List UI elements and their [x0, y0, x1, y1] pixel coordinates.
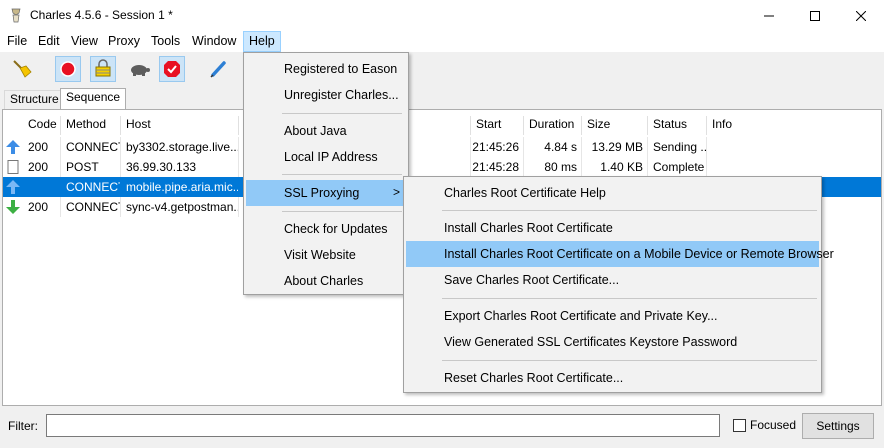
focused-checkbox[interactable] — [733, 419, 746, 432]
menu-bar: File Edit View Proxy Tools Window Help — [0, 31, 884, 52]
column-header-status[interactable]: Status — [648, 116, 707, 135]
clear-session-button[interactable] — [8, 56, 34, 82]
filter-input[interactable] — [46, 414, 720, 437]
title-bar: Charles 4.5.6 - Session 1 * — [0, 0, 884, 31]
cell-host: mobile.pipe.aria.mic... — [121, 177, 239, 197]
menu-item-reset-root-cert[interactable]: Reset Charles Root Certificate... — [406, 365, 819, 391]
filter-bar: Filter: Focused Settings — [0, 408, 884, 448]
menu-item-unregister[interactable]: Unregister Charles... — [246, 82, 406, 108]
menu-separator — [442, 298, 817, 299]
menu-separator — [442, 210, 817, 211]
broom-icon — [13, 60, 32, 78]
cell-info — [707, 137, 881, 157]
cell-duration: 80 ms — [524, 157, 582, 177]
menu-item-about-charles[interactable]: About Charles — [246, 268, 406, 294]
menu-item-ssl-proxying[interactable]: SSL Proxying — [246, 180, 406, 206]
cell-method: POST — [61, 157, 121, 177]
download-arrow-icon — [6, 200, 20, 214]
table-row[interactable]: 200 CONNECT by3302.storage.live.... 21:4… — [3, 137, 881, 157]
cell-host: sync-v4.getpostman.... — [121, 197, 239, 217]
upload-arrow-icon — [6, 140, 20, 154]
menu-item-visit-website[interactable]: Visit Website — [246, 242, 406, 268]
menu-edit[interactable]: Edit — [33, 31, 65, 52]
record-icon — [60, 61, 76, 77]
upload-arrow-icon — [6, 180, 20, 194]
menu-item-root-cert-help[interactable]: Charles Root Certificate Help — [406, 180, 819, 206]
focused-label: Focused — [750, 418, 797, 432]
tab-sequence[interactable]: Sequence — [60, 88, 127, 109]
tab-structure[interactable]: Structure — [4, 90, 65, 109]
table-row[interactable]: 200 POST 36.99.30.133 / 21:45:28 80 ms 1… — [3, 157, 881, 177]
cell-status: Sending ... — [648, 137, 707, 157]
ssl-proxying-button[interactable] — [90, 56, 116, 82]
menu-separator — [282, 113, 402, 114]
cell-method: CONNECT — [61, 137, 121, 157]
throttle-button[interactable] — [126, 56, 152, 82]
cell-size: 1.40 KB — [582, 157, 648, 177]
menu-item-about-java[interactable]: About Java — [246, 118, 406, 144]
menu-item-export-cert-key[interactable]: Export Charles Root Certificate and Priv… — [406, 303, 819, 329]
close-button[interactable] — [838, 0, 884, 31]
menu-tools[interactable]: Tools — [146, 31, 185, 52]
settings-button[interactable]: Settings — [802, 413, 874, 439]
pen-icon — [210, 61, 226, 78]
minimize-icon — [764, 15, 774, 16]
menu-file[interactable]: File — [2, 31, 32, 52]
menu-item-check-updates[interactable]: Check for Updates — [246, 216, 406, 242]
cell-code: 200 — [23, 197, 61, 217]
cell-status: Complete — [648, 157, 707, 177]
window-title: Charles 4.5.6 - Session 1 * — [30, 8, 173, 22]
blank-document-icon — [7, 160, 19, 174]
column-header-host[interactable]: Host — [121, 116, 239, 135]
cell-code: 200 — [23, 157, 61, 177]
breakpoint-check-icon — [164, 61, 180, 77]
submenu-arrow-icon: > — [393, 185, 401, 199]
record-button[interactable] — [55, 56, 81, 82]
column-header-code[interactable]: Code — [23, 116, 61, 135]
menu-help[interactable]: Help — [243, 31, 281, 52]
column-header-info[interactable]: Info — [707, 116, 881, 135]
menu-window[interactable]: Window — [187, 31, 241, 52]
menu-separator — [282, 174, 402, 175]
turtle-icon — [131, 65, 150, 76]
menu-proxy[interactable]: Proxy — [103, 31, 145, 52]
charles-app-icon — [11, 8, 21, 23]
cell-host: 36.99.30.133 — [121, 157, 239, 177]
menu-item-save-root-cert[interactable]: Save Charles Root Certificate... — [406, 267, 819, 293]
cell-size: 13.29 MB — [582, 137, 648, 157]
menu-item-registered[interactable]: Registered to Eason — [246, 56, 406, 82]
cell-code: 200 — [23, 137, 61, 157]
maximize-button[interactable] — [792, 0, 838, 31]
column-header-start[interactable]: Start — [471, 116, 524, 135]
cell-code — [23, 177, 61, 197]
column-header-duration[interactable]: Duration — [524, 116, 582, 135]
breakpoints-button[interactable] — [159, 56, 185, 82]
menu-item-install-root-cert[interactable]: Install Charles Root Certificate — [406, 215, 819, 241]
cell-method: CONNECT — [61, 177, 121, 197]
view-tabs: Structure Sequence — [0, 87, 884, 109]
menu-separator — [442, 360, 817, 361]
cell-method: CONNECT — [61, 197, 121, 217]
lock-icon — [95, 59, 111, 77]
cell-duration: 4.84 s — [524, 137, 582, 157]
cell-start: 21:45:28 — [471, 157, 524, 177]
menu-separator — [282, 211, 402, 212]
cell-host: by3302.storage.live.... — [121, 137, 239, 157]
menu-item-local-ip[interactable]: Local IP Address — [246, 144, 406, 170]
close-icon — [856, 10, 866, 21]
menu-item-view-keystore-password[interactable]: View Generated SSL Certificates Keystore… — [406, 329, 819, 355]
column-header-size[interactable]: Size — [582, 116, 648, 135]
menu-view[interactable]: View — [66, 31, 103, 52]
maximize-icon — [810, 10, 820, 21]
toolbar — [0, 52, 884, 87]
menu-item-install-root-cert-mobile[interactable]: Install Charles Root Certificate on a Mo… — [406, 241, 834, 267]
compose-button[interactable] — [206, 56, 232, 82]
column-header-method[interactable]: Method — [61, 116, 121, 135]
ssl-proxying-submenu: Charles Root Certificate Help Install Ch… — [403, 176, 834, 393]
help-menu: Registered to Eason Unregister Charles..… — [243, 52, 409, 295]
cell-info — [707, 157, 881, 177]
filter-label: Filter: — [8, 419, 38, 433]
cell-start: 21:45:26 — [471, 137, 524, 157]
minimize-button[interactable] — [746, 0, 792, 31]
